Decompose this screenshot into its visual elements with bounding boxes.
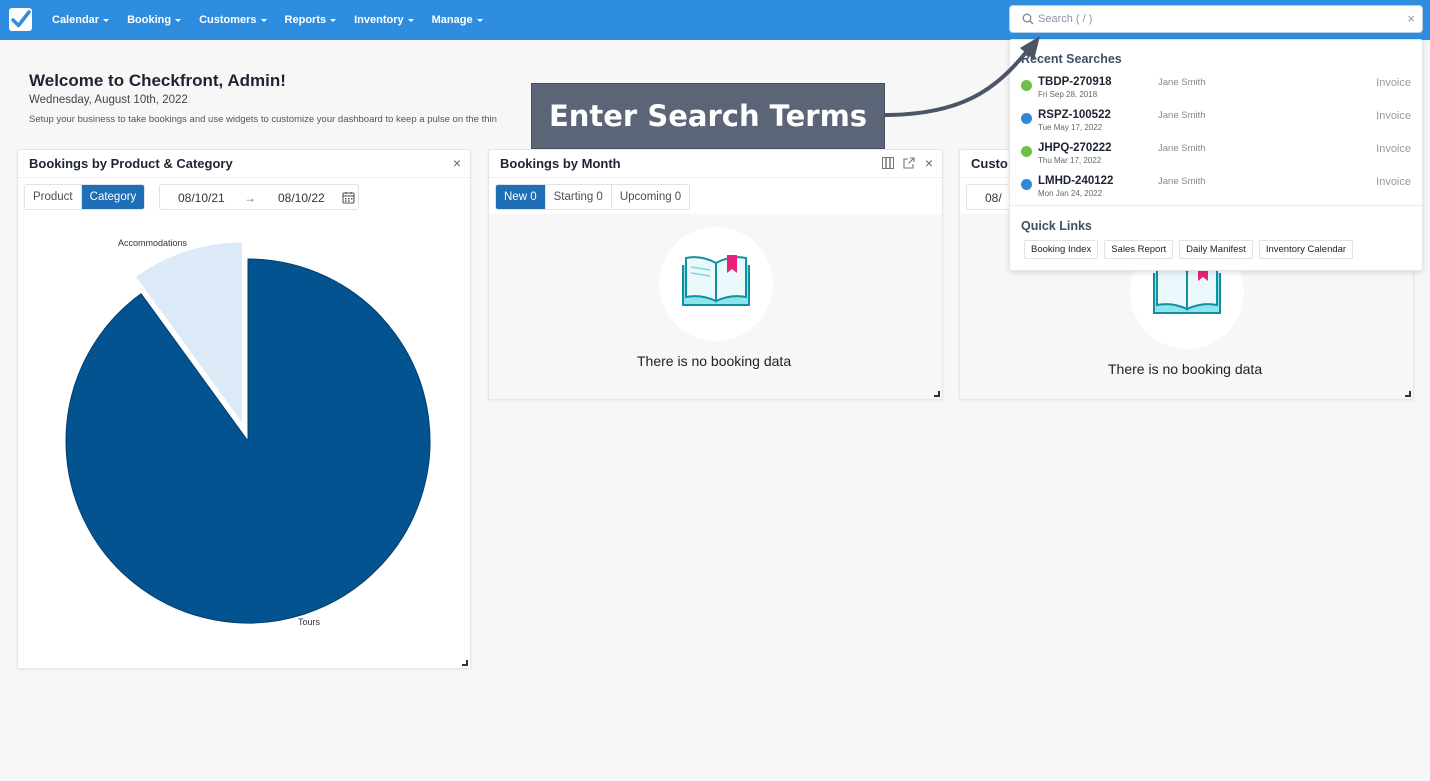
nav-booking-label: Booking	[127, 14, 172, 26]
product-category-toggle: Product Category	[24, 184, 146, 210]
recent-search-item[interactable]: JHPQ-270222 Thu Mar 17, 2022 Jane Smith …	[1010, 142, 1422, 172]
arrow-right-icon: →	[244, 191, 256, 205]
page-subtitle: Setup your business to take bookings and…	[29, 114, 497, 125]
nav-reports-label: Reports	[284, 14, 327, 26]
caret-down-icon	[330, 18, 337, 22]
caret-down-icon	[260, 18, 267, 22]
close-icon[interactable]: ×	[925, 155, 933, 171]
search-input[interactable]	[1038, 10, 1398, 28]
toggle-product[interactable]: Product	[25, 185, 82, 209]
nav-manage[interactable]: Manage	[432, 14, 483, 26]
nav-calendar-label: Calendar	[52, 14, 100, 26]
pie-label-accommodations: Accommodations	[118, 238, 188, 248]
date-to: 08/10/22	[278, 191, 325, 205]
external-link-icon[interactable]	[903, 157, 915, 169]
close-icon[interactable]: ×	[453, 155, 461, 171]
caret-down-icon	[476, 18, 483, 22]
close-icon[interactable]: ×	[1407, 12, 1415, 26]
recent-search-item[interactable]: LMHD-240122 Mon Jan 24, 2022 Jane Smith …	[1010, 175, 1422, 205]
resize-handle[interactable]	[462, 660, 468, 666]
pie-slice-tours[interactable]	[65, 258, 431, 624]
columns-icon[interactable]	[882, 157, 894, 169]
search-box: ×	[1009, 5, 1423, 33]
quick-links: Booking Index Sales Report Daily Manifes…	[1024, 240, 1359, 259]
nav-customers[interactable]: Customers	[199, 14, 267, 26]
quick-link-sales-report[interactable]: Sales Report	[1104, 240, 1174, 259]
recent-search-item[interactable]: TBDP-270918 Fri Sep 28, 2018 Jane Smith …	[1010, 76, 1422, 106]
customer-name: Jane Smith	[1158, 143, 1206, 154]
main-nav: Calendar Booking Customers Reports Inven…	[44, 0, 493, 40]
tab-upcoming[interactable]: Upcoming 0	[611, 185, 690, 209]
resize-handle[interactable]	[1405, 391, 1411, 397]
recent-search-item[interactable]: RSPZ-100522 Tue May 17, 2022 Jane Smith …	[1010, 109, 1422, 139]
empty-state-text: There is no booking data	[637, 353, 792, 369]
widget-product-category: Bookings by Product & Category × Product…	[17, 149, 471, 669]
top-navbar: Calendar Booking Customers Reports Inven…	[0, 0, 1430, 40]
result-type: Invoice	[1376, 143, 1411, 155]
result-type: Invoice	[1376, 77, 1411, 89]
widget-title: Bookings by Month	[500, 156, 621, 171]
divider	[1010, 205, 1422, 206]
page-date: Wednesday, August 10th, 2022	[29, 94, 188, 106]
booking-date: Tue May 17, 2022	[1038, 123, 1103, 132]
nav-manage-label: Manage	[431, 14, 473, 26]
checkmark-logo-icon[interactable]	[9, 8, 32, 31]
result-type: Invoice	[1376, 176, 1411, 188]
page-title: Welcome to Checkfront, Admin!	[29, 71, 286, 90]
caret-down-icon	[175, 18, 182, 22]
search-dropdown: Recent Searches TBDP-270918 Fri Sep 28, …	[1009, 39, 1423, 271]
customer-name: Jane Smith	[1158, 176, 1206, 187]
quick-link-booking-index[interactable]: Booking Index	[1024, 240, 1099, 259]
widget-title: Custo	[971, 156, 1008, 171]
tab-starting[interactable]: Starting 0	[545, 185, 612, 209]
customer-name: Jane Smith	[1158, 110, 1206, 121]
quick-links-heading: Quick Links	[1021, 219, 1092, 233]
callout-text: Enter Search Terms	[548, 99, 868, 133]
result-type: Invoice	[1376, 110, 1411, 122]
booking-tabs: New 0 Starting 0 Upcoming 0	[495, 184, 691, 210]
divider	[18, 177, 470, 178]
tab-new[interactable]: New 0	[496, 185, 546, 209]
quick-link-inventory-calendar[interactable]: Inventory Calendar	[1258, 240, 1354, 259]
calendar-icon[interactable]	[342, 191, 355, 204]
nav-booking[interactable]: Booking	[127, 14, 182, 26]
booking-date: Thu Mar 17, 2022	[1038, 156, 1102, 165]
date-from: 08/	[985, 191, 1002, 205]
widget-by-month: Bookings by Month × New 0 Starting 0 Upc…	[488, 149, 943, 400]
widget-title: Bookings by Product & Category	[29, 156, 233, 171]
booking-code: LMHD-240122	[1038, 175, 1114, 187]
search-icon	[1022, 13, 1034, 25]
caret-down-icon	[103, 18, 110, 22]
toggle-category[interactable]: Category	[81, 185, 145, 209]
nav-customers-label: Customers	[199, 14, 257, 26]
date-from: 08/10/21	[178, 191, 225, 205]
quick-link-daily-manifest[interactable]: Daily Manifest	[1179, 240, 1253, 259]
customer-name: Jane Smith	[1158, 77, 1206, 88]
divider	[489, 177, 942, 178]
nav-reports[interactable]: Reports	[285, 14, 337, 26]
status-dot	[1021, 146, 1032, 157]
nav-calendar[interactable]: Calendar	[52, 14, 110, 26]
pie-label-tours: Tours	[298, 617, 321, 627]
date-range-picker[interactable]: 08/10/21 → 08/10/22	[159, 184, 359, 210]
booking-date: Mon Jan 24, 2022	[1038, 189, 1103, 198]
callout-arrow-icon	[883, 36, 1040, 117]
nav-inventory-label: Inventory	[354, 14, 404, 26]
caret-down-icon	[407, 18, 414, 22]
pie-chart: Accommodations Tours	[65, 238, 431, 627]
nav-inventory[interactable]: Inventory	[354, 14, 414, 26]
empty-state-text: There is no booking data	[1108, 361, 1263, 377]
resize-handle[interactable]	[934, 391, 940, 397]
status-dot	[1021, 179, 1032, 190]
open-book-icon	[659, 227, 773, 341]
booking-code: JHPQ-270222	[1038, 142, 1112, 154]
tutorial-callout: Enter Search Terms	[531, 83, 885, 149]
